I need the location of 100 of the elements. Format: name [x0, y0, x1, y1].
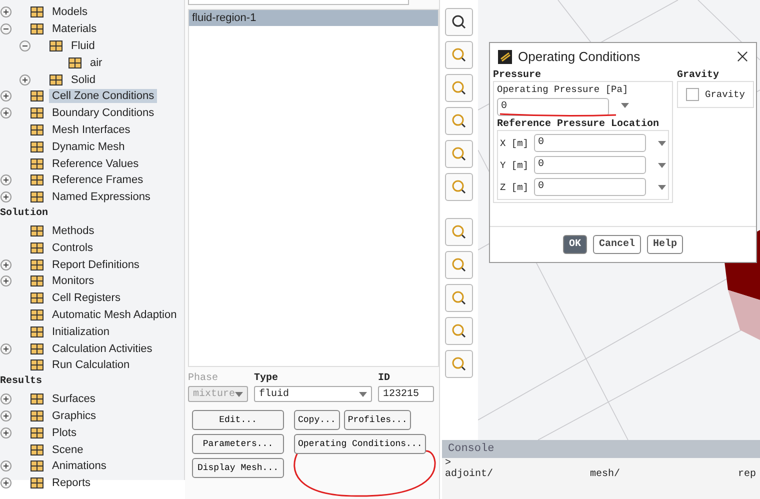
field-label: Z [m] — [500, 182, 530, 192]
coordinate-field[interactable]: 0 — [534, 178, 646, 196]
zone-list-item[interactable]: fluid-region-1 — [189, 10, 438, 26]
id-label: ID — [378, 373, 392, 384]
tree-node-icon — [49, 72, 63, 87]
tree-item[interactable]: Monitors — [49, 274, 98, 288]
group-title: Reference Pressure Location — [497, 119, 660, 130]
tree-node-icon — [30, 173, 44, 188]
tree-item[interactable]: Graphics — [49, 408, 100, 423]
tree-node-icon — [30, 291, 44, 306]
close-icon[interactable] — [737, 51, 748, 62]
phase-label: Phase — [188, 373, 220, 384]
expand-toggle[interactable] — [0, 174, 12, 186]
expand-toggle[interactable] — [0, 342, 12, 355]
expand-toggle[interactable] — [0, 6, 12, 18]
tree-node-icon — [49, 38, 63, 53]
dialog-button[interactable]: Cancel — [592, 235, 641, 254]
tree-node-icon — [30, 258, 44, 272]
expand-toggle[interactable] — [0, 275, 12, 288]
tree-node-icon — [30, 408, 44, 423]
tree-node-icon — [30, 106, 44, 120]
console-title: Console — [442, 440, 760, 458]
expand-toggle[interactable] — [0, 477, 12, 490]
tree-node-icon — [30, 426, 44, 440]
tree-item[interactable]: Run Calculation — [49, 358, 133, 372]
tree-item[interactable]: Reference Frames — [49, 173, 146, 188]
caret-icon — [658, 184, 666, 190]
console-entry: adjoint/ — [445, 469, 494, 480]
tree-node-icon — [30, 324, 44, 339]
expand-toggle[interactable] — [0, 426, 12, 439]
coordinate-field[interactable]: 0 — [534, 156, 646, 174]
field-label: Operating Pressure [Pa] — [497, 84, 630, 95]
group-title: Pressure — [493, 70, 542, 81]
caret-icon — [658, 140, 666, 146]
tree-node-icon — [30, 140, 44, 154]
tree-item[interactable]: Animations — [49, 459, 110, 474]
type-label: Type — [254, 373, 280, 384]
expand-toggle[interactable] — [0, 107, 12, 120]
field-label: X [m] — [500, 138, 530, 148]
tree-node-icon — [30, 122, 44, 137]
panel-button[interactable]: Parameters... — [192, 434, 284, 454]
tree-item[interactable]: Cell Registers — [49, 291, 124, 306]
tree-node-icon — [30, 22, 44, 36]
tree-item[interactable]: Solid — [68, 72, 98, 87]
tree-item[interactable]: Materials — [49, 22, 100, 36]
console-entry: rep — [738, 469, 757, 480]
tree-item[interactable]: Reports — [49, 476, 94, 490]
expand-toggle[interactable] — [0, 460, 12, 472]
tree-item[interactable]: air — [87, 56, 106, 70]
panel-button[interactable]: Copy... — [294, 410, 340, 430]
coordinate-field[interactable]: 0 — [534, 134, 646, 152]
tree-item[interactable]: Boundary Conditions — [49, 106, 158, 120]
dialog-button[interactable]: OK — [562, 235, 587, 254]
operating-pressure-field[interactable]: 0 — [497, 98, 609, 116]
tree-item[interactable]: Cell Zone Conditions — [49, 89, 158, 104]
dialog-title: Operating Conditions — [518, 49, 642, 64]
tree-item[interactable]: Calculation Activities — [49, 342, 156, 356]
filter-field[interactable] — [188, 0, 409, 5]
expand-toggle[interactable] — [0, 191, 12, 204]
expand-toggle[interactable] — [0, 410, 12, 422]
panel-button[interactable]: Operating Conditions... — [294, 434, 426, 454]
tree-item[interactable]: Named Expressions — [49, 190, 154, 204]
expand-toggle[interactable] — [19, 40, 31, 52]
tree-item[interactable]: Report Definitions — [49, 258, 142, 272]
app-logo-icon — [498, 50, 512, 64]
checkbox-label: Gravity — [705, 89, 745, 100]
tree-item[interactable]: Reference Values — [49, 156, 142, 171]
tree-node-icon — [30, 342, 44, 356]
expand-toggle[interactable] — [0, 90, 12, 102]
expand-toggle[interactable] — [19, 74, 31, 86]
expand-toggle[interactable] — [0, 393, 12, 406]
id-field[interactable]: 123215 — [378, 386, 434, 402]
tree-item[interactable]: Fluid — [68, 38, 98, 53]
expand-toggle[interactable] — [0, 258, 12, 271]
tree-item[interactable]: Mesh Interfaces — [49, 122, 134, 137]
panel-button[interactable]: Display Mesh... — [192, 458, 284, 478]
panel-button[interactable]: Edit... — [192, 410, 284, 430]
caret-icon — [235, 392, 244, 396]
type-dropdown[interactable]: fluid — [254, 386, 372, 402]
tree-item[interactable]: Surfaces — [49, 392, 98, 406]
expand-toggle[interactable] — [0, 23, 12, 36]
tree-node-icon — [30, 89, 44, 104]
tree-item[interactable]: Automatic Mesh Adaption — [49, 308, 180, 322]
tree-item[interactable]: Plots — [49, 426, 80, 440]
tree-item[interactable]: Models — [49, 5, 90, 20]
tree-item[interactable]: Controls — [49, 240, 96, 255]
dialog-button[interactable]: Help — [647, 235, 684, 254]
tree-item[interactable]: Scene — [49, 442, 86, 457]
tree-item[interactable]: Initialization — [49, 324, 112, 339]
gravity-checkbox[interactable] — [686, 88, 699, 101]
caret-icon — [621, 103, 629, 108]
tree-node-icon — [30, 308, 44, 322]
panel-button[interactable]: Profiles... — [344, 410, 412, 430]
caret-icon — [359, 392, 367, 396]
console-prompt: > — [444, 458, 452, 469]
tree-node-icon — [68, 56, 82, 70]
tree-item[interactable]: Methods — [49, 224, 98, 238]
tree-node-icon — [30, 240, 44, 255]
tree-item[interactable]: Dynamic Mesh — [49, 140, 128, 154]
tree-node-icon — [30, 358, 44, 372]
